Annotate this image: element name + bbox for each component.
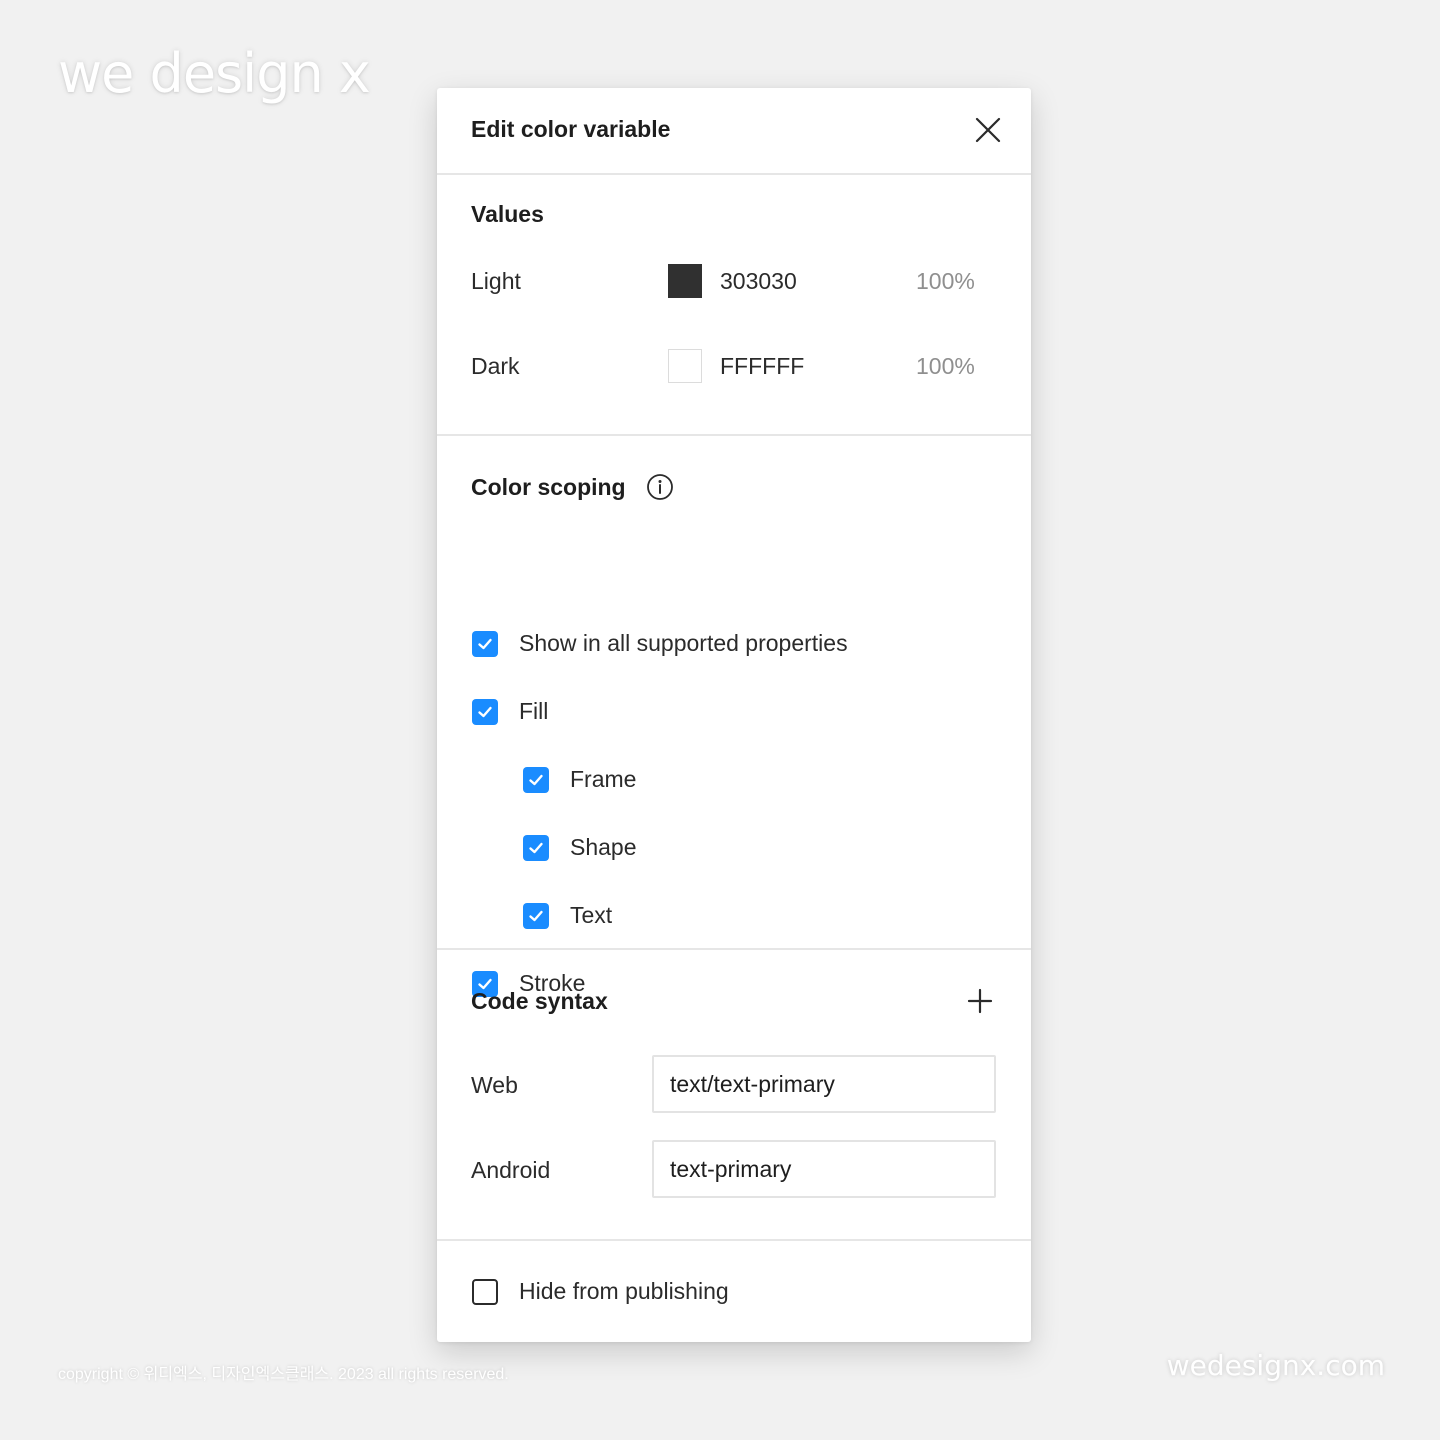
code-syntax-heading: Code syntax: [471, 988, 608, 1014]
dialog-header: Edit color variable: [437, 88, 1031, 175]
hide-from-publishing-label: Hide from publishing: [519, 1278, 729, 1304]
check-icon: [529, 842, 543, 854]
mode-label: Dark: [471, 353, 520, 379]
add-code-syntax-button[interactable]: [963, 984, 997, 1018]
plus-icon: [967, 988, 993, 1014]
check-icon: [478, 638, 492, 650]
check-icon: [529, 910, 543, 922]
scope-option-label: Shape: [570, 834, 637, 860]
opacity-value[interactable]: 100%: [916, 353, 975, 380]
android-syntax-input[interactable]: text-primary: [652, 1140, 996, 1198]
checkbox-checked[interactable]: [523, 767, 549, 793]
check-icon: [529, 774, 543, 786]
color-scoping-heading: Color scoping: [471, 474, 626, 500]
copyright-text: copyright © 위디엑스, 디자인엑스클래스. 2023 all rig…: [58, 1366, 509, 1383]
web-syntax-input[interactable]: text/text-primary: [652, 1055, 996, 1113]
brand-logo: we design x: [58, 42, 371, 105]
check-icon: [478, 706, 492, 718]
dialog-footer: Hide from publishing: [437, 1241, 1031, 1342]
checkbox-checked[interactable]: [472, 699, 498, 725]
close-button[interactable]: [970, 112, 1006, 148]
checkbox-checked[interactable]: [523, 903, 549, 929]
color-scoping-section: Color scoping Show in all supported prop…: [437, 436, 1031, 997]
scope-option-label: Frame: [570, 766, 637, 792]
color-swatch[interactable]: [668, 349, 702, 383]
color-swatch[interactable]: [668, 264, 702, 298]
edit-color-variable-dialog: Edit color variable Values Light 303030 …: [437, 88, 1031, 1342]
scope-option-label: Text: [570, 902, 613, 928]
platform-label: Web: [471, 1072, 518, 1098]
info-icon: [647, 474, 673, 500]
opacity-value[interactable]: 100%: [916, 268, 975, 295]
platform-label: Android: [471, 1157, 551, 1183]
dialog-title: Edit color variable: [471, 116, 671, 142]
scope-option-label: Show in all supported properties: [519, 630, 848, 656]
scope-option-label: Fill: [519, 698, 549, 724]
code-syntax-section: Code syntax Web text/text-primary Androi…: [437, 950, 1031, 1241]
close-icon: [975, 117, 1001, 143]
values-section: Values Light 303030 100% Dark FFFFFF 100…: [437, 175, 1031, 436]
values-heading: Values: [471, 201, 544, 227]
checkbox-checked[interactable]: [472, 631, 498, 657]
info-button[interactable]: [646, 473, 674, 501]
checkbox-checked[interactable]: [523, 835, 549, 861]
mode-label: Light: [471, 268, 521, 294]
checkbox-unchecked[interactable]: [472, 1279, 498, 1305]
site-url: wedesignx.com: [1166, 1349, 1385, 1382]
hex-value[interactable]: FFFFFF: [720, 353, 804, 380]
hex-value[interactable]: 303030: [720, 268, 797, 295]
